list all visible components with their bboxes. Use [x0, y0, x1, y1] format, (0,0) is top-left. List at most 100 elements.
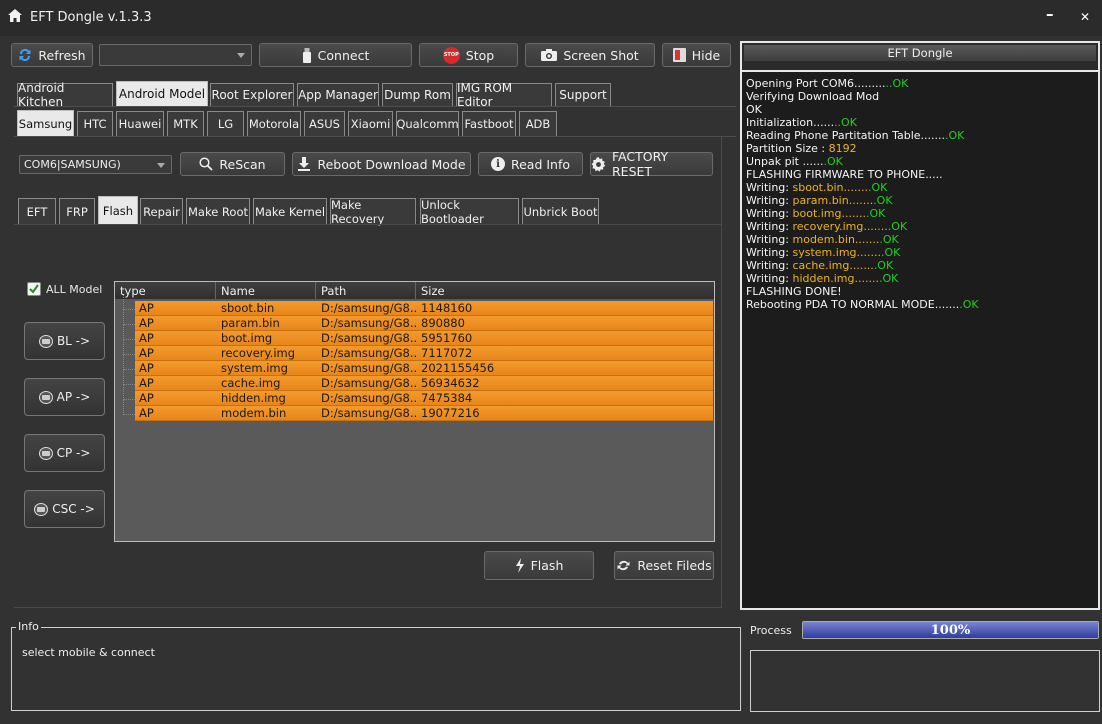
tree-connector [123, 355, 135, 370]
brand-tab-mtk[interactable]: MTK [167, 111, 204, 136]
func-tab-repair[interactable]: Repair [140, 198, 183, 225]
table-row[interactable]: AP modem.bin D:/samsung/G8... 19077216 [135, 406, 713, 421]
brand-tab-huawei[interactable]: Huawei [116, 111, 164, 136]
cell-path: D:/samsung/G8... [321, 331, 417, 345]
side-button-cp[interactable]: CP -> [24, 434, 105, 472]
func-tab-make-root[interactable]: Make Root [186, 198, 250, 225]
app-title: EFT Dongle v.1.3.3 [30, 10, 152, 25]
tree-connector [123, 385, 135, 400]
tab-root-explorer[interactable]: Root Explorer [210, 83, 294, 106]
panel-bottom-border [14, 607, 722, 608]
table-row[interactable]: AP system.img D:/samsung/G8... 2021155456 [135, 361, 713, 376]
side-button-label: CP -> [56, 446, 91, 460]
func-tab-unbrick-boot[interactable]: Unbrick Boot [522, 198, 599, 225]
func-tab-eft[interactable]: EFT [18, 198, 56, 225]
brand-tab-xiaomi[interactable]: Xiaomi [348, 111, 393, 136]
log-segment: Writing: [746, 272, 793, 285]
reset-fields-button[interactable]: Reset Fileds [614, 551, 714, 580]
info-message: select mobile & connect [22, 646, 155, 659]
log-segment: Partition Size : [746, 142, 829, 155]
tree-connector [123, 340, 135, 355]
minimize-button[interactable]: – [1046, 6, 1054, 22]
info-legend: Info [16, 620, 41, 633]
table-row[interactable]: AP hidden.img D:/samsung/G8... 7475384 [135, 391, 713, 406]
tab-dump-rom[interactable]: Dump Rom [382, 83, 453, 106]
log-segment: .OK [873, 194, 893, 207]
brand-tab-qualcomm[interactable]: Qualcomm [396, 111, 459, 136]
func-tab-make-kernel[interactable]: Make Kernel [253, 198, 327, 225]
chevron-down-icon [237, 53, 245, 58]
tab-android-kitchen[interactable]: Android Kitchen [17, 81, 113, 109]
log-segment: .OK [879, 233, 899, 246]
flash-button[interactable]: Flash [484, 551, 594, 580]
brand-tab-motorola[interactable]: Motorola [247, 111, 301, 136]
log-segment: .OK [959, 298, 979, 311]
side-button-ap[interactable]: AP -> [24, 378, 105, 416]
brand-tab-samsung[interactable]: Samsung [17, 110, 74, 136]
log-line: Partition Size : 8192 [746, 142, 1098, 155]
screenshot-button[interactable]: Screen Shot [525, 43, 655, 67]
factory-reset-button[interactable]: FACTORY RESET [590, 149, 713, 179]
tab-android-model[interactable]: Android Model [116, 81, 208, 106]
reboot-download-button[interactable]: Reboot Download Mode [292, 152, 471, 176]
log-segment: ..OK [885, 77, 909, 90]
table-row[interactable]: AP recovery.img D:/samsung/G8... 7117072 [135, 346, 713, 361]
refresh-button[interactable]: Refresh [11, 43, 93, 67]
table-row[interactable]: AP boot.img D:/samsung/G8... 5951760 [135, 331, 713, 346]
log-segment: Unpak pit ...... [746, 155, 824, 168]
log-segment: .OK [823, 155, 843, 168]
firmware-file-grid[interactable]: type Name Path Size AP sboot.bin D:/samsun… [114, 281, 715, 542]
log-line: Reading Phone Partitation Table........O… [746, 129, 1098, 142]
log-segment: .OK [945, 129, 965, 142]
brand-tab-adb[interactable]: ADB [519, 111, 557, 136]
com-port-select[interactable]: COM6|SAMSUNG) [19, 155, 172, 174]
side-button-bl[interactable]: BL -> [24, 322, 105, 360]
screenshot-label: Screen Shot [563, 47, 639, 63]
cell-path: D:/samsung/G8... [321, 316, 417, 330]
cell-size: 5951760 [421, 331, 473, 345]
refresh-icon [18, 48, 32, 62]
process-detail-box [750, 650, 1100, 712]
table-row[interactable]: AP param.bin D:/samsung/G8... 890880 [135, 316, 713, 331]
all-model-checkbox[interactable] [27, 282, 41, 296]
folder-icon [38, 446, 53, 460]
log-segment: Opening Port COM6......... [746, 77, 886, 90]
title-bar [0, 0, 1102, 36]
column-header-size[interactable]: Size [416, 282, 714, 299]
hide-button[interactable]: Hide [662, 43, 731, 67]
brand-tab-lg[interactable]: LG [207, 111, 244, 136]
close-button[interactable]: ✕ [1080, 9, 1090, 25]
cell-size: 7117072 [421, 346, 473, 360]
cell-size: 890880 [421, 316, 465, 330]
rescan-button[interactable]: ReScan [180, 152, 285, 176]
port-select[interactable] [99, 44, 252, 66]
column-header-name[interactable]: Name [216, 282, 316, 299]
log-segment: recovery.img....... [792, 220, 888, 233]
log-segment: .OK [867, 181, 888, 194]
cell-type: AP [139, 331, 154, 345]
cell-type: AP [139, 406, 154, 420]
table-row[interactable]: AP sboot.bin D:/samsung/G8... 1148160 [135, 301, 713, 316]
func-tab-frp[interactable]: FRP [59, 198, 95, 225]
tab-divider [14, 106, 736, 107]
reset-icon [616, 559, 631, 572]
tab-app-manager[interactable]: App Manager [297, 83, 379, 106]
brand-tab-asus[interactable]: ASUS [304, 111, 345, 136]
connect-button[interactable]: Connect [259, 43, 412, 67]
brand-tab-fastboot[interactable]: Fastboot [462, 111, 516, 136]
stop-button[interactable]: STOP Stop [419, 43, 518, 67]
stop-label: Stop [465, 47, 495, 63]
func-tab-flash[interactable]: Flash [98, 196, 138, 225]
func-tab-unlock-bootloader[interactable]: Unlock Bootloader [420, 198, 519, 226]
read-info-button[interactable]: i Read Info [478, 152, 583, 176]
tab-img-rom-editor[interactable]: IMG ROM Editor [456, 81, 552, 109]
cell-type: AP [139, 346, 154, 360]
column-header-path[interactable]: Path [316, 282, 416, 299]
brand-tab-htc[interactable]: HTC [77, 111, 113, 136]
side-button-csc[interactable]: CSC -> [24, 490, 105, 528]
table-row[interactable]: AP cache.img D:/samsung/G8... 56934632 [135, 376, 713, 391]
tab-support[interactable]: Support [555, 83, 611, 106]
log-segment: Verifying Download Mod [746, 90, 880, 103]
log-segment: OK [746, 103, 762, 116]
func-tab-make-recovery[interactable]: Make Recovery [330, 198, 416, 226]
